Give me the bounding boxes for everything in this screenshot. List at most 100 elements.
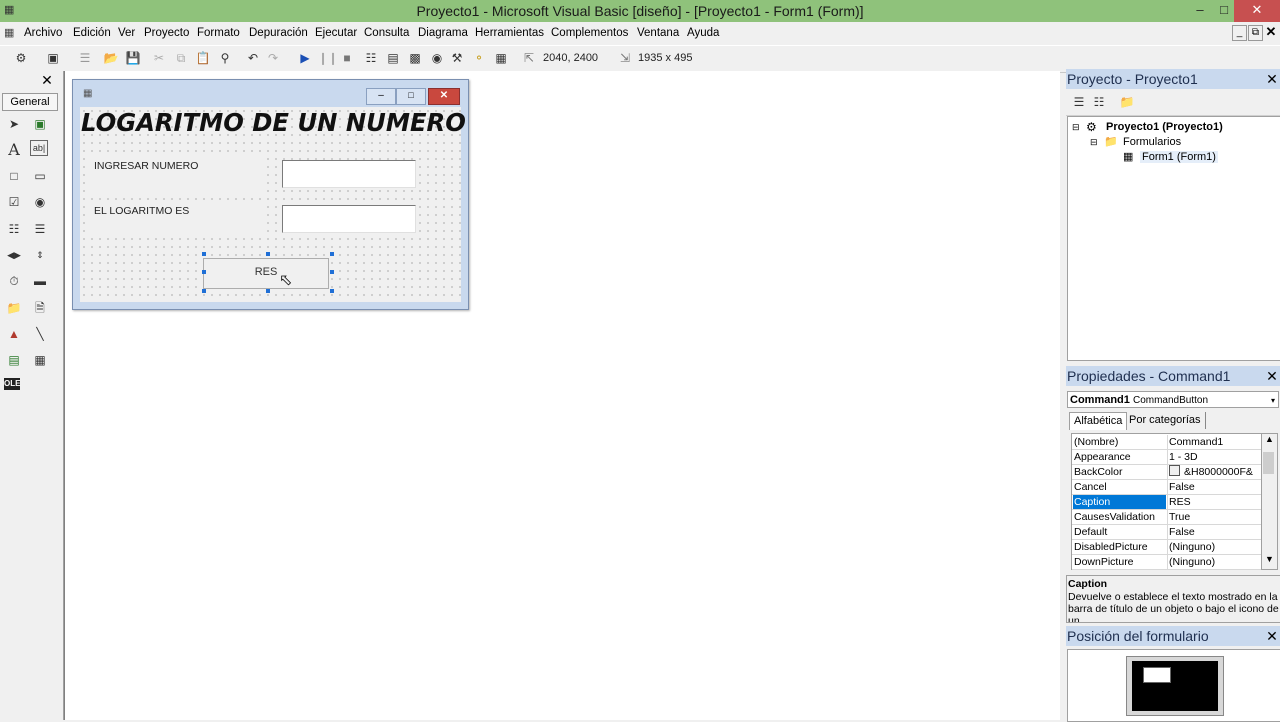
resize-handle[interactable] [202, 252, 206, 256]
copy-icon[interactable]: ⧉ [172, 49, 190, 67]
close-button[interactable]: ✕ [1234, 0, 1280, 22]
project-explorer-icon[interactable]: ☷ [362, 49, 380, 67]
property-value[interactable]: False [1167, 525, 1263, 539]
object-selector[interactable]: Command1 CommandButton ▾ [1067, 391, 1279, 408]
filelistbox-tool-icon[interactable]: 🗎 [30, 298, 50, 318]
toolbox-close-button[interactable]: ✕ [38, 71, 56, 89]
project-explorer-title[interactable]: Proyecto - Proyecto1 ✕ [1066, 69, 1280, 89]
data-view-icon[interactable]: ⚬ [470, 49, 488, 67]
picturebox-tool-icon[interactable]: ▣ [30, 114, 50, 134]
menu-ayuda[interactable]: Ayuda [687, 27, 719, 39]
menu-formato[interactable]: Formato [197, 27, 240, 39]
form-heading-label[interactable]: LOGARITMO DE UN NUMERO [81, 108, 466, 137]
mdi-restore-button[interactable]: ⧉ [1248, 25, 1263, 41]
resize-handle[interactable] [330, 252, 334, 256]
open-project-icon[interactable]: 📂 [102, 49, 120, 67]
toolbox-icon[interactable]: ⚒ [448, 49, 466, 67]
paste-icon[interactable]: 📋 [194, 49, 212, 67]
property-row[interactable]: Cancel False [1072, 479, 1262, 495]
properties-window-icon[interactable]: ▤ [384, 49, 402, 67]
properties-close-button[interactable]: ✕ [1264, 366, 1280, 386]
drivelistbox-tool-icon[interactable]: ▬ [30, 271, 50, 291]
property-value[interactable]: True [1167, 510, 1263, 524]
save-project-icon[interactable]: 💾 [124, 49, 142, 67]
scroll-down-icon[interactable]: ▼ [1265, 554, 1274, 564]
tree-node-formularios[interactable]: Formularios [1123, 136, 1181, 148]
property-value[interactable]: (Ninguno) [1167, 555, 1263, 569]
mdi-close-button[interactable]: ✕ [1264, 25, 1278, 39]
res-command-button[interactable]: RES [203, 258, 329, 289]
start-icon[interactable]: ▶ [296, 49, 314, 67]
collapse-toggle-icon[interactable]: ⊟ [1090, 137, 1098, 148]
toggle-folders-icon[interactable]: 📁 [1118, 93, 1136, 111]
timer-tool-icon[interactable]: ⏱ [4, 271, 24, 291]
tab-por-categorias[interactable]: Por categorías [1125, 412, 1206, 429]
form1-window[interactable]: ▦ – □ ✕ LOGARITMO DE UN NUMERO INGRESAR … [72, 79, 469, 310]
tree-node-form1[interactable]: Form1 (Form1) [1140, 151, 1218, 163]
property-value[interactable]: (Ninguno) [1167, 540, 1263, 554]
menu-archivo[interactable]: Archivo [24, 27, 62, 39]
scroll-thumb[interactable] [1263, 452, 1274, 474]
menu-diagrama[interactable]: Diagrama [418, 27, 468, 39]
textbox-tool-icon[interactable]: ab| [30, 140, 48, 156]
resize-handle[interactable] [330, 289, 334, 293]
resize-handle[interactable] [266, 252, 270, 256]
property-row[interactable]: (Nombre) Command1 [1072, 434, 1262, 450]
tab-alfabetica[interactable]: Alfabética [1069, 412, 1128, 430]
property-row[interactable]: BackColor &H8000000F& [1072, 464, 1262, 480]
commandbutton-tool-icon[interactable]: ▭ [30, 166, 50, 186]
checkbox-tool-icon[interactable]: ☑ [4, 192, 24, 212]
menu-ver[interactable]: Ver [118, 27, 135, 39]
form-layout-title[interactable]: Posición del formulario ✕ [1066, 626, 1280, 646]
menu-complementos[interactable]: Complementos [551, 27, 628, 39]
line-tool-icon[interactable]: ╲ [30, 324, 50, 344]
data-tool-icon[interactable]: ▦ [30, 350, 50, 370]
resize-handle[interactable] [330, 270, 334, 274]
property-value-caption[interactable]: RES [1167, 495, 1263, 509]
menu-edicion[interactable]: Edición [73, 27, 111, 39]
form-maximize-button[interactable]: □ [396, 88, 426, 105]
visual-component-manager-icon[interactable]: ▦ [492, 49, 510, 67]
property-value[interactable]: 1 - 3D [1167, 450, 1263, 464]
combobox-tool-icon[interactable]: ☷ [4, 219, 24, 239]
pointer-tool-icon[interactable]: ➤ [4, 114, 24, 134]
menu-proyecto[interactable]: Proyecto [144, 27, 189, 39]
label-tool-icon[interactable]: A [4, 140, 24, 160]
resize-handle[interactable] [202, 270, 206, 274]
redo-icon[interactable]: ↷ [264, 49, 282, 67]
label-ingresar-numero[interactable]: INGRESAR NUMERO [91, 158, 202, 174]
optionbutton-tool-icon[interactable]: ◉ [30, 192, 50, 212]
label-el-logaritmo-es[interactable]: EL LOGARITMO ES [91, 203, 193, 219]
listbox-tool-icon[interactable]: ☰ [30, 219, 50, 239]
shape-tool-icon[interactable]: ▲ [4, 324, 24, 344]
menu-herramientas[interactable]: Herramientas [475, 27, 544, 39]
menu-ejecutar[interactable]: Ejecutar [315, 27, 357, 39]
frame-tool-icon[interactable]: □ [4, 166, 24, 186]
form-layout-close-button[interactable]: ✕ [1264, 626, 1280, 646]
view-code-icon[interactable]: ☰ [1070, 93, 1088, 111]
property-row[interactable]: Appearance 1 - 3D [1072, 449, 1262, 465]
menu-ventana[interactable]: Ventana [637, 27, 679, 39]
toolbox-tab-general[interactable]: General [2, 93, 58, 111]
vscrollbar-tool-icon[interactable]: ⇕ [30, 245, 50, 265]
cut-icon[interactable]: ✂ [150, 49, 168, 67]
form-minimize-button[interactable]: – [366, 88, 396, 105]
end-icon[interactable]: ■ [338, 49, 356, 67]
break-icon[interactable]: ❙❙ [318, 49, 338, 67]
result-textbox[interactable] [282, 205, 416, 233]
scroll-up-icon[interactable]: ▲ [1265, 434, 1274, 444]
menu-consulta[interactable]: Consulta [364, 27, 409, 39]
undo-icon[interactable]: ↶ [244, 49, 262, 67]
property-value[interactable]: Command1 [1167, 435, 1263, 449]
property-row[interactable]: Default False [1072, 524, 1262, 540]
form-close-button[interactable]: ✕ [428, 88, 460, 105]
menu-depuracion[interactable]: Depuración [249, 27, 308, 39]
properties-title[interactable]: Propiedades - Command1 ✕ [1066, 366, 1280, 386]
resize-handle[interactable] [266, 289, 270, 293]
mdi-icon[interactable]: ▦ [4, 26, 14, 39]
project-explorer-close-button[interactable]: ✕ [1264, 69, 1280, 89]
property-row[interactable]: DownPicture (Ninguno) [1072, 554, 1262, 570]
form1-titlebar[interactable]: ▦ – □ ✕ [73, 80, 468, 106]
collapse-toggle-icon[interactable]: ⊟ [1072, 122, 1080, 133]
menu-editor-icon[interactable]: ☰ [76, 49, 94, 67]
